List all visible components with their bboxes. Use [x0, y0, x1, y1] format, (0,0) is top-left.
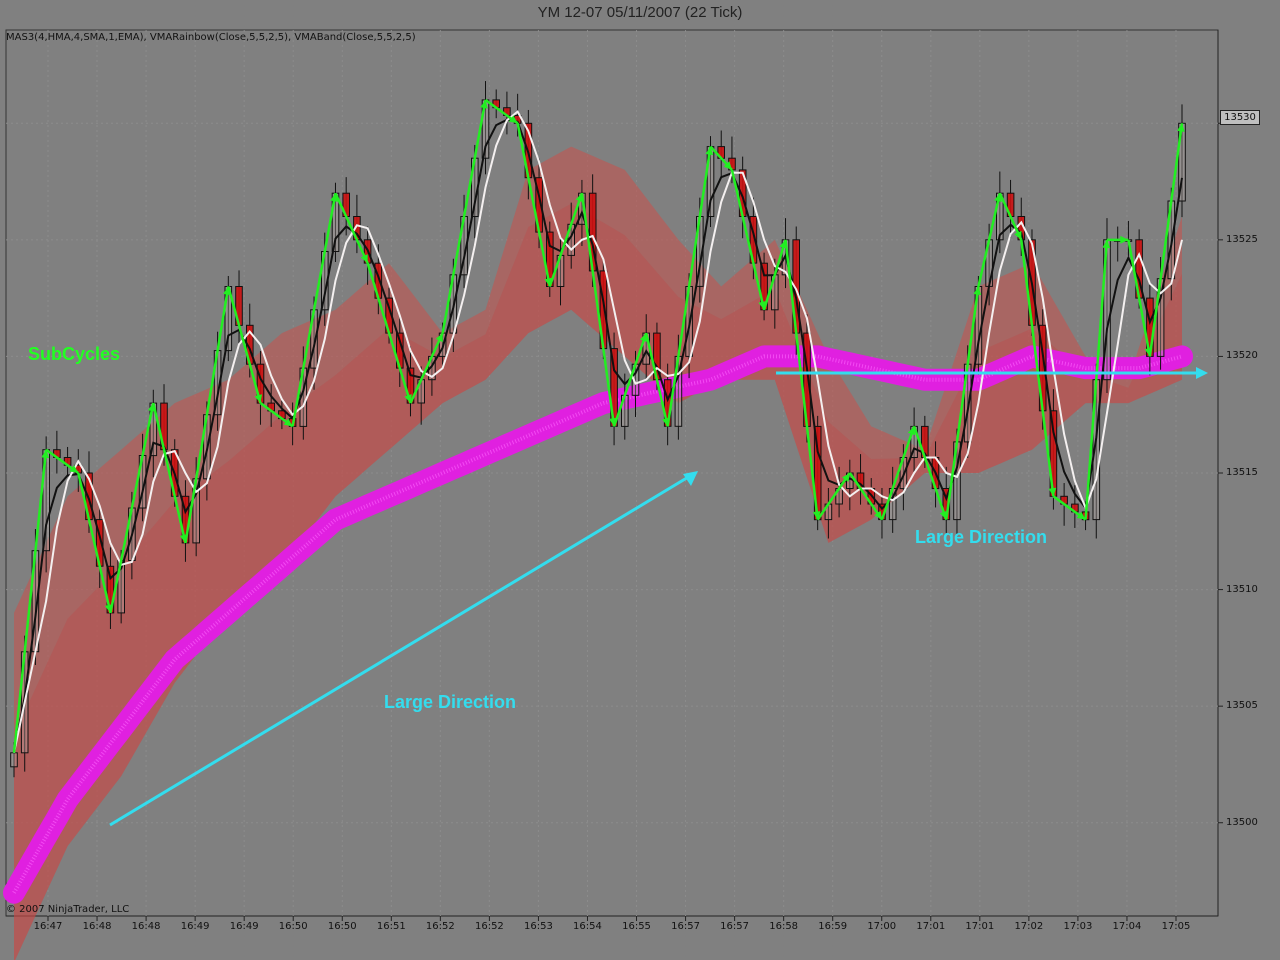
large-direction-label-left: Large Direction — [384, 692, 517, 712]
x-tick-label: 16:47 — [33, 921, 63, 932]
x-tick-label: 16:54 — [573, 921, 602, 932]
subcycles-label: SubCycles — [28, 344, 121, 364]
x-tick-label: 17:04 — [1112, 921, 1142, 932]
x-tick-label: 17:03 — [1063, 921, 1093, 932]
x-tick-label: 17:01 — [916, 921, 946, 932]
copyright-text: © 2007 NinjaTrader, LLC — [6, 904, 130, 915]
x-tick-label: 16:49 — [180, 921, 210, 932]
x-tick-label: 16:58 — [769, 921, 799, 932]
x-tick-label: 16:57 — [720, 921, 750, 932]
price-chart[interactable] — [0, 0, 1280, 960]
x-tick-label: 16:52 — [474, 921, 504, 932]
y-tick-label: 13525 — [1226, 233, 1258, 245]
x-tick-label: 17:02 — [1014, 921, 1044, 932]
y-tick-marks — [1218, 122, 1223, 824]
y-tick-label: 13515 — [1226, 467, 1258, 478]
last-price-tag: 13530 — [1220, 110, 1260, 125]
y-tick-label: 13510 — [1226, 583, 1258, 595]
indicator-legend: MAS3(4,HMA,4,SMA,1,EMA), VMARainbow(Clos… — [6, 32, 416, 43]
x-tick-label: 16:48 — [131, 921, 161, 932]
x-tick-label: 16:49 — [229, 921, 259, 932]
x-tick-label: 16:50 — [327, 921, 357, 932]
y-tick-label: 13520 — [1226, 350, 1258, 362]
x-tick-label: 16:52 — [425, 921, 455, 932]
x-tick-label: 16:59 — [818, 921, 848, 932]
x-tick-label: 17:05 — [1161, 921, 1191, 932]
x-tick-label: 16:48 — [82, 921, 112, 932]
x-tick-label: 17:00 — [867, 921, 897, 932]
x-tick-marks — [47, 916, 1177, 921]
x-tick-label: 16:57 — [671, 921, 700, 932]
y-tick-label: 13500 — [1226, 816, 1258, 828]
x-tick-label: 17:01 — [965, 921, 995, 932]
x-tick-label: 16:51 — [376, 921, 406, 932]
x-tick-label: 16:53 — [524, 921, 553, 932]
x-tick-label: 16:55 — [622, 921, 651, 932]
large-direction-label-right: Large Direction — [915, 527, 1048, 547]
x-tick-label: 16:50 — [278, 921, 308, 932]
candle-body — [10, 752, 18, 768]
chart-window: YM 12-07 05/11/2007 (22 Tick) MAS3(4,HMA… — [0, 0, 1280, 960]
y-tick-label: 13505 — [1226, 700, 1258, 712]
